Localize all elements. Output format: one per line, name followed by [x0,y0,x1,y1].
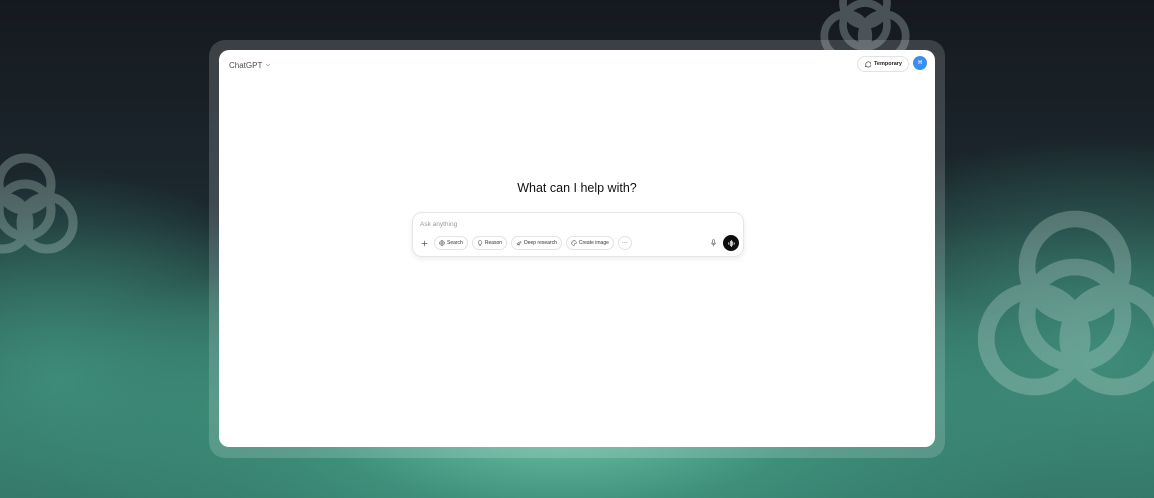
reason-label: Reason [484,240,503,246]
palette-icon [571,240,577,246]
telescope-icon [516,241,522,246]
globe-icon [439,240,445,246]
background-logo-icon [977,210,1154,396]
microphone-icon [710,239,716,247]
create-image-button[interactable]: Create image [565,236,614,250]
add-attachment-button[interactable] [418,237,430,249]
lightbulb-icon [477,240,482,246]
reason-button[interactable]: Reason [471,236,508,250]
plus-icon [421,240,427,246]
voice-waveform-icon [727,239,735,247]
composer: Search Reason Deep research Create image… [412,212,744,257]
model-picker[interactable]: ChatGPT [229,58,271,72]
chevron-down-icon [266,63,271,67]
avatar-initial: H [918,60,922,66]
more-icon: ··· [621,240,628,246]
composer-toolbar: Search Reason Deep research Create image… [418,236,632,250]
create-image-label: Create image [578,240,609,246]
prompt-input[interactable] [420,217,720,231]
avatar[interactable]: H [913,56,927,70]
chat-bubble-icon [864,60,871,67]
background-logo-icon [0,153,78,254]
search-label: Search [447,240,463,246]
search-button[interactable]: Search [434,236,468,250]
temporary-label: Temporary [873,61,902,67]
model-label: ChatGPT [229,60,263,70]
chatgpt-window: ChatGPT Temporary H What can I help with… [219,50,935,447]
page-title: What can I help with? [517,181,637,195]
deep-research-label: Deep research [524,240,557,246]
deep-research-button[interactable]: Deep research [511,236,562,250]
voice-mode-button[interactable] [723,235,739,251]
more-tools-button[interactable]: ··· [617,236,632,250]
temporary-chat-button[interactable]: Temporary [856,56,909,72]
dictate-button[interactable] [707,237,719,249]
